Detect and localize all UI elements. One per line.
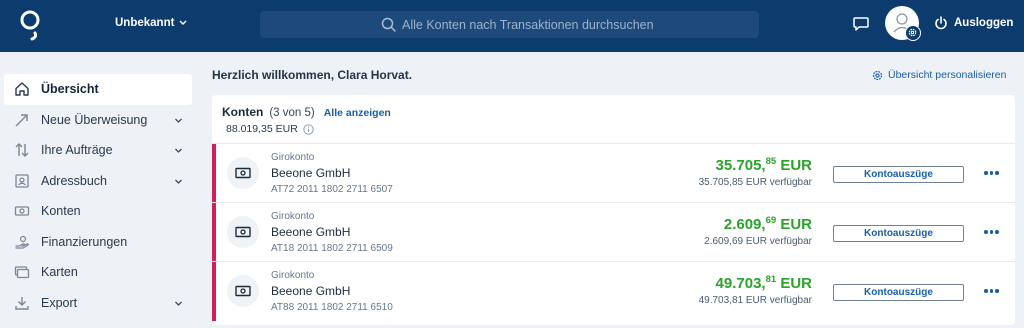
account-type: Girokonto [271,152,315,163]
sidebar-item-label: Konten [41,204,81,219]
user-selector[interactable]: Unbekannt [115,17,187,29]
accounts-header: Konten (3 von 5) Alle anzeigen [222,105,391,119]
account-iban: AT18 2011 1802 2711 6509 [271,243,393,254]
account-row[interactable]: Girokonto Beeone GmbH AT72 2011 1802 271… [212,143,1015,203]
account-type: Girokonto [271,211,315,222]
statements-button[interactable]: Kontoauszüge [833,225,964,242]
account-iban: AT88 2011 1802 2711 6510 [271,302,393,313]
sidebar-item-label: Adressbuch [41,173,108,188]
account-balance-int: 35.705, [715,157,766,174]
bank-logo-icon[interactable] [18,9,44,41]
orders-arrows-icon [15,143,29,158]
gear-icon [908,28,917,37]
account-balance-int: 2.609, [723,216,766,233]
logout-label: Ausloggen [954,17,1014,29]
accounts-count: (3 von 5) [269,107,315,119]
account-stripe [212,262,216,321]
account-available: 35.705,85 EUR verfügbar [698,177,812,188]
transfer-arrow-icon [15,114,28,127]
statements-button[interactable]: Kontoauszüge [833,284,964,301]
accounts-card: Konten (3 von 5) Alle anzeigen 88.019,35… [212,95,1015,325]
more-options-icon[interactable] [984,166,1000,180]
power-icon [935,16,947,30]
account-stripe [212,203,216,262]
banknote-icon [227,216,259,248]
account-balance-int: 49.703, [715,275,766,292]
info-icon[interactable] [303,123,314,135]
sidebar: Übersicht Neue Überweisung Ihre Aufträge… [4,74,192,318]
account-balance-currency: EUR [776,157,812,174]
financing-icon [15,235,29,249]
logout-button[interactable]: Ausloggen [934,16,1013,30]
account-row[interactable]: Girokonto Beeone GmbH AT88 2011 1802 271… [212,261,1015,321]
account-balance-currency: EUR [776,275,812,292]
sidebar-item-label: Ihre Aufträge [41,143,113,158]
gear-icon [872,70,883,80]
banknote-icon [14,206,30,216]
account-name: Beeone GmbH [271,166,351,180]
banknote-icon [227,275,259,307]
welcome-message: Herzlich willkommen, Clara Horvat. [212,68,413,82]
account-name: Beeone GmbH [271,225,351,239]
account-balance-dec: 85 [765,156,777,167]
more-options-icon[interactable] [984,284,1000,298]
settings-gear-icon[interactable] [905,25,921,41]
download-icon [15,296,29,310]
sidebar-item-adressbuch[interactable]: Adressbuch [4,166,192,197]
sidebar-item-ihre-auftraege[interactable]: Ihre Aufträge [4,135,192,166]
account-balance: 49.703,81 EUR [715,274,812,292]
account-stripe [212,144,216,203]
account-type: Girokonto [271,270,315,281]
chevron-down-icon [175,301,182,306]
account-balance: 2.609,69 EUR [723,215,812,233]
address-book-icon [15,174,29,188]
chevron-down-icon [179,20,187,25]
chat-icon[interactable] [852,15,870,33]
sidebar-item-label: Übersicht [41,82,99,97]
home-icon [15,82,29,96]
account-row[interactable]: Girokonto Beeone GmbH AT18 2011 1802 271… [212,202,1015,262]
chevron-down-icon [175,118,182,123]
sidebar-item-konten[interactable]: Konten [4,196,192,227]
sidebar-item-label: Export [41,295,78,310]
account-iban: AT72 2011 1802 2711 6507 [271,184,393,195]
search-icon [381,17,396,32]
account-balance-dec: 69 [765,215,777,226]
account-available: 49.703,81 EUR verfügbar [698,295,812,306]
more-options-icon[interactable] [984,225,1000,239]
sidebar-item-export[interactable]: Export [4,288,192,319]
accounts-total: 88.019,35 EUR [226,123,314,135]
sidebar-item-finanzierungen[interactable]: Finanzierungen [4,227,192,258]
sidebar-item-label: Neue Überweisung [41,112,148,127]
account-balance-dec: 81 [765,274,777,285]
personalize-overview-link[interactable]: Übersicht personalisieren [872,69,1006,81]
show-all-accounts-link[interactable]: Alle anzeigen [324,107,391,119]
banknote-icon [227,157,259,189]
chevron-down-icon [175,179,182,184]
sidebar-item-neue-ueberweisung[interactable]: Neue Überweisung [4,105,192,136]
account-name: Beeone GmbH [271,284,351,298]
sidebar-item-karten[interactable]: Karten [4,257,192,288]
cards-icon [14,266,30,279]
personalize-label: Übersicht personalisieren [888,69,1007,81]
sidebar-item-label: Finanzierungen [41,234,128,249]
accounts-title: Konten [222,105,264,119]
sidebar-item-label: Karten [41,265,78,280]
sidebar-item-uebersicht[interactable]: Übersicht [4,74,192,105]
search-input[interactable] [402,11,742,38]
account-available: 2.609,69 EUR verfügbar [704,236,812,247]
statements-button[interactable]: Kontoauszüge [833,166,964,183]
search-bar[interactable] [260,11,759,38]
chevron-down-icon [175,148,182,153]
account-balance: 35.705,85 EUR [715,156,812,174]
user-selector-label: Unbekannt [115,17,175,29]
accounts-total-value: 88.019,35 EUR [226,123,298,135]
account-balance-currency: EUR [776,216,812,233]
top-bar: Unbekannt Ausloggen [0,0,1024,52]
